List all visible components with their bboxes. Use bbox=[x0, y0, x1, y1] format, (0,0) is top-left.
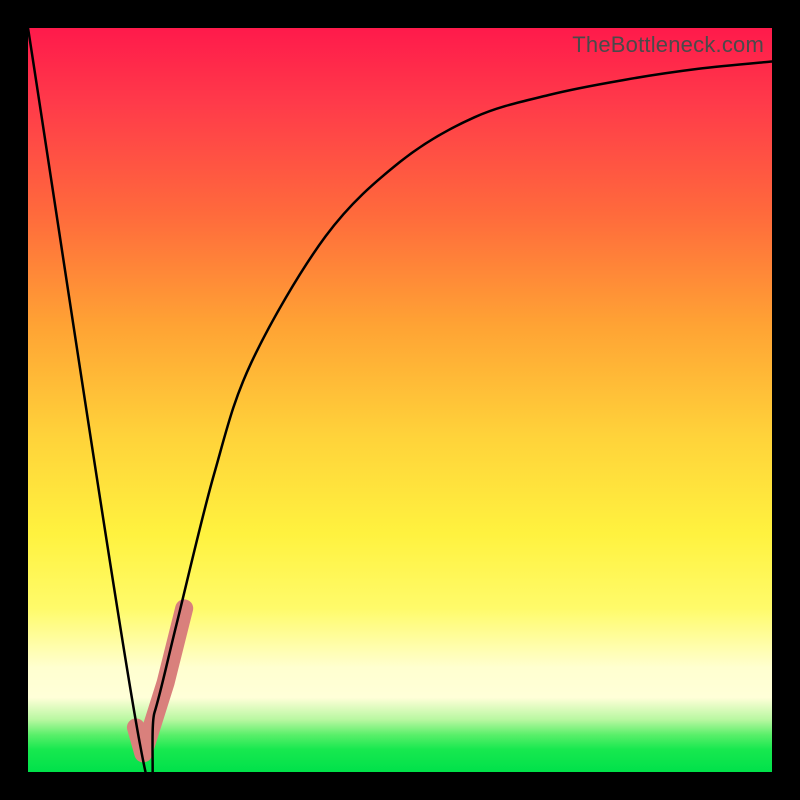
chart-frame: TheBottleneck.com bbox=[0, 0, 800, 800]
highlight-path bbox=[136, 608, 184, 753]
plot-area: TheBottleneck.com bbox=[28, 28, 772, 772]
chart-svg bbox=[28, 28, 772, 772]
curve-path bbox=[28, 28, 772, 772]
